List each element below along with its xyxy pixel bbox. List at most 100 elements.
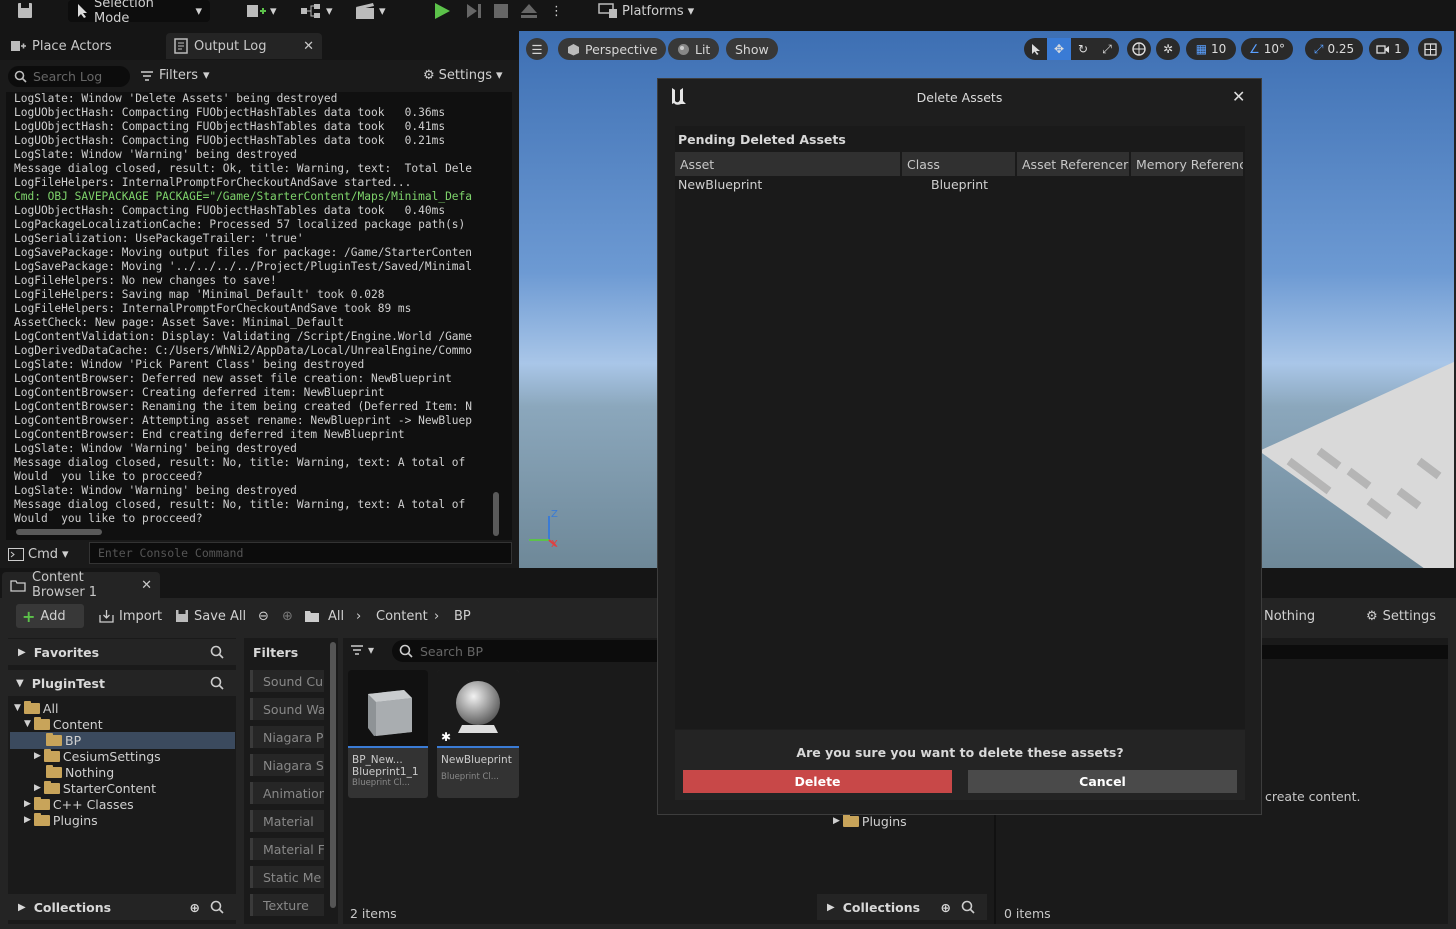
second-tree-item-plugins[interactable]: ▶ Plugins <box>833 813 907 829</box>
blueprints-button[interactable]: ▾ <box>300 0 333 22</box>
chevron-down-icon: ▾ <box>62 546 69 562</box>
add-collection-icon[interactable]: ⊕ <box>190 900 200 915</box>
chevron-down-icon: ▾ <box>687 3 695 19</box>
angle-icon: ∠ <box>1248 42 1260 56</box>
console-input[interactable]: Enter Console Command <box>89 542 512 564</box>
asset-filter-dropdown[interactable]: ▾ <box>350 643 374 657</box>
rotation-snap-button[interactable]: ∠ 10° <box>1241 38 1293 60</box>
translate-tool-icon[interactable]: ✥ <box>1047 38 1071 60</box>
import-button[interactable]: Import <box>93 604 168 628</box>
column-header-asset-referencers[interactable]: Asset Referencers <box>1017 152 1130 176</box>
table-row[interactable]: NewBlueprint Blueprint <box>675 176 1245 194</box>
history-forward-icon[interactable]: ⊕ <box>276 604 299 628</box>
breadcrumb-content[interactable]: Content <box>370 604 434 628</box>
dialog-close-icon[interactable]: ✕ <box>1232 87 1245 106</box>
tree-item-all[interactable]: ▼ All <box>14 700 58 716</box>
viewport-layout-icon[interactable] <box>1418 38 1442 60</box>
tree-item-cpp-classes[interactable]: ▶ C++ Classes <box>24 796 134 812</box>
filter-material-function[interactable]: Material F <box>250 838 324 860</box>
column-header-memory-reference[interactable]: Memory Reference <box>1131 152 1244 176</box>
log-filters-dropdown[interactable]: Filters ▾ <box>140 68 210 83</box>
cinematics-button[interactable]: ▾ <box>355 0 386 22</box>
filter-texture[interactable]: Texture <box>250 894 324 916</box>
camera-icon <box>1376 44 1390 55</box>
filter-niagara-system[interactable]: Niagara S <box>250 754 324 776</box>
close-tab-icon[interactable]: ✕ <box>141 578 152 593</box>
surface-snap-icon[interactable]: ✲ <box>1156 38 1180 60</box>
search-icon[interactable] <box>210 645 224 659</box>
save-all-button[interactable]: Save All <box>169 604 252 628</box>
eject-button[interactable] <box>520 0 538 22</box>
search-icon[interactable] <box>210 900 224 914</box>
delete-button[interactable]: Delete <box>683 770 952 793</box>
grid-snap-button[interactable]: ▦ 10 <box>1186 38 1236 60</box>
collections-header[interactable]: ▶ Collections ⊕ <box>8 894 236 920</box>
camera-speed-button[interactable]: 1 <box>1369 38 1409 60</box>
viewport-menu-button[interactable]: ☰ <box>526 38 548 60</box>
scale-tool-icon[interactable]: ⤢ <box>1095 38 1119 60</box>
tree-item-content[interactable]: ▼ Content <box>24 716 103 732</box>
add-collection-icon[interactable]: ⊕ <box>941 900 951 915</box>
tree-item-plugins[interactable]: ▶ Plugins <box>24 812 98 828</box>
tree-item-label: Plugins <box>861 813 907 829</box>
tree-item-bp[interactable]: BP <box>46 732 81 748</box>
lit-button[interactable]: Lit <box>668 38 720 60</box>
tab-content-browser[interactable]: Content Browser 1 ✕ <box>2 570 160 600</box>
log-settings-dropdown[interactable]: ⚙ Settings ▾ <box>423 68 503 83</box>
tree-item-cesiumsettings[interactable]: ▶ CesiumSettings <box>34 748 161 764</box>
tab-output-log[interactable]: Output Log ✕ <box>166 33 322 59</box>
chevron-right-icon: ▶ <box>18 901 26 913</box>
history-back-icon[interactable]: ⊖ <box>252 604 275 628</box>
step-button[interactable] <box>465 0 483 22</box>
show-button[interactable]: Show <box>726 38 778 60</box>
second-collections-header[interactable]: ▶ Collections ⊕ <box>817 894 987 920</box>
console-cmd-dropdown[interactable]: Cmd ▾ <box>8 544 82 564</box>
tree-item-startercontent[interactable]: ▶ StarterContent <box>34 780 156 796</box>
asset-tile-bp-new[interactable]: BP_New... Blueprint1_1 Blueprint Cl... <box>348 670 428 798</box>
cube-icon <box>567 43 580 56</box>
filter-sound-cue[interactable]: Sound Cu <box>250 670 324 692</box>
tab-place-actors[interactable]: Place Actors <box>2 33 162 59</box>
asset-tile-newblueprint[interactable]: ✱ NewBlueprint Blueprint Cl... <box>437 670 519 798</box>
add-button[interactable]: + Add <box>16 604 84 628</box>
dialog-title: Delete Assets <box>916 90 1003 105</box>
cb-settings-button[interactable]: ⚙ Settings <box>1360 604 1442 628</box>
world-space-icon[interactable] <box>1127 38 1151 60</box>
chevron-down-icon: ▾ <box>195 3 202 19</box>
rotate-tool-icon[interactable]: ↻ <box>1071 38 1095 60</box>
scale-snap-button[interactable]: ⤢ 0.25 <box>1305 38 1363 60</box>
filter-static-mesh[interactable]: Static Me <box>250 866 324 888</box>
platforms-dropdown[interactable]: Platforms ▾ <box>598 0 694 22</box>
search-icon[interactable] <box>210 676 224 690</box>
select-tool-icon[interactable] <box>1024 38 1047 60</box>
more-options-icon[interactable]: ⋮ <box>550 0 563 22</box>
filter-material[interactable]: Material <box>250 810 324 832</box>
filter-animation[interactable]: Animation <box>250 782 324 804</box>
stop-button[interactable] <box>493 0 509 22</box>
close-tab-icon[interactable]: ✕ <box>303 39 314 54</box>
column-header-class[interactable]: Class <box>902 152 1016 176</box>
search-icon[interactable] <box>961 900 975 914</box>
tree-item-label: C++ Classes <box>52 796 134 812</box>
tree-item-nothing[interactable]: Nothing <box>46 764 114 780</box>
filter-sound-wave[interactable]: Sound Wa <box>250 698 324 720</box>
add-actor-button[interactable]: ▾ <box>246 0 277 22</box>
project-header[interactable]: ▼ PluginTest <box>8 670 236 696</box>
log-search-field[interactable]: Search Log <box>8 66 130 87</box>
scale-icon: ⤢ <box>1313 41 1324 56</box>
breadcrumb-all[interactable]: All <box>322 604 350 628</box>
filter-label: Niagara S <box>263 757 324 773</box>
filter-label: Material <box>263 813 314 829</box>
play-button[interactable] <box>432 0 452 22</box>
filter-niagara-particle[interactable]: Niagara P <box>250 726 324 748</box>
breadcrumb-bp[interactable]: BP <box>448 604 477 628</box>
column-header-asset[interactable]: Asset <box>675 152 901 176</box>
perspective-button[interactable]: Perspective <box>558 38 667 60</box>
save-icon[interactable] <box>16 0 34 22</box>
cancel-button[interactable]: Cancel <box>968 770 1237 793</box>
column-label: Memory Reference <box>1136 156 1244 172</box>
filters-scrollbar[interactable] <box>330 642 336 908</box>
favorites-header[interactable]: ▶ Favorites <box>8 639 236 665</box>
asset-search-field[interactable]: Search BP <box>392 640 657 662</box>
selection-mode-dropdown[interactable]: Selection Mode ▾ <box>68 0 210 26</box>
